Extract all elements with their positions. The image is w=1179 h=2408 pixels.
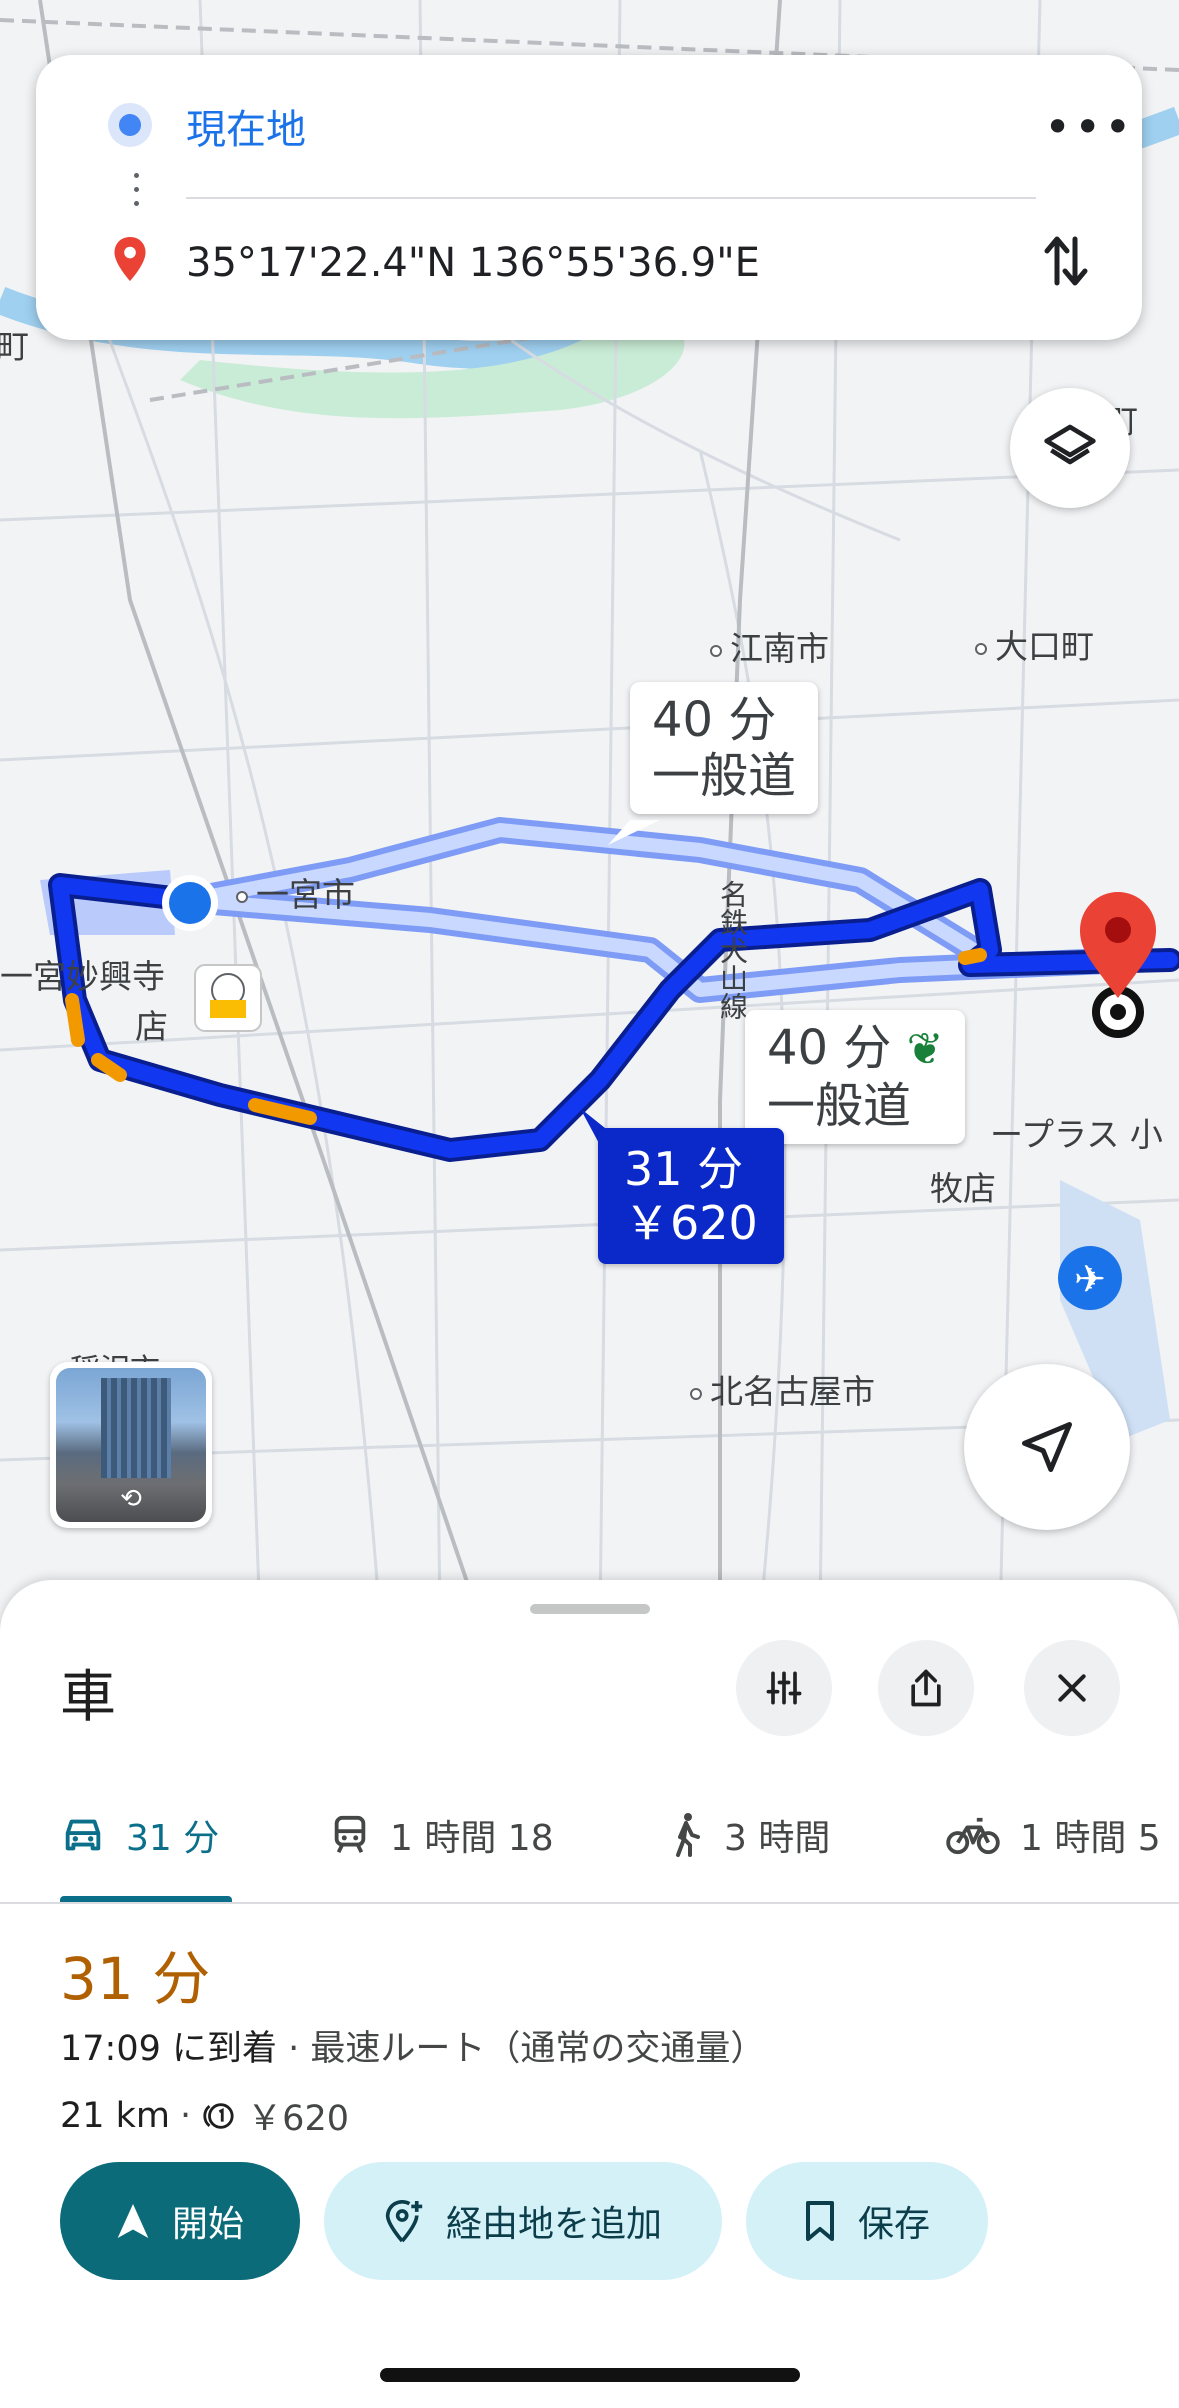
add-waypoint-button[interactable]: 経由地を追加 <box>324 2162 722 2280</box>
save-button[interactable]: 保存 <box>746 2162 988 2280</box>
alt-route-2-time: 40 分 <box>767 1020 892 1076</box>
info-separator: · <box>180 2095 192 2136</box>
alt-route-1-time: 40 分 <box>652 692 777 748</box>
start-label: 開始 <box>171 2204 244 2245</box>
more-options-icon[interactable]: ••• <box>1044 104 1134 150</box>
navigation-arrow-icon <box>1022 1422 1072 1472</box>
map-view[interactable]: ✈ 江南市 大口町 一宮市 一宮妙興寺 店 北名古屋市 ープラス 小 牧店 名鉄… <box>0 0 1179 1620</box>
add-location-icon <box>385 2200 423 2243</box>
tab-transit[interactable]: 1 時間 18 <box>330 1800 554 1870</box>
start-navigation-button[interactable]: 開始 <box>60 2162 300 2280</box>
svg-text:✈: ✈ <box>1074 1257 1106 1301</box>
arrival-time: 17:09 に到着 <box>60 2029 277 2069</box>
route-search-card: 現在地 35°17'22.4"N 136°55'36.9"E ••• <box>36 55 1142 340</box>
destination-pin-icon <box>114 237 146 281</box>
tab-transit-label: 1 時間 18 <box>390 1818 554 1859</box>
selected-route-time: 31 分 <box>624 1142 744 1196</box>
alt-route-bubble-2[interactable]: 40 分 ❦ 一般道 <box>745 1010 966 1144</box>
bicycle-icon <box>946 1817 1000 1855</box>
route-duration: 31 分 <box>60 1945 211 2013</box>
selected-route-bubble[interactable]: 31 分 ￥620 <box>598 1128 784 1264</box>
tab-bike-label: 1 時間 5 <box>1020 1818 1161 1859</box>
distance-info: 21 km · ￥620 <box>60 2090 349 2141</box>
close-button[interactable] <box>1024 1640 1120 1736</box>
rotate-360-icon: ⟲ <box>120 1484 142 1514</box>
toll-icon <box>203 2102 234 2129</box>
airport-icon[interactable]: ✈ <box>1058 1246 1122 1310</box>
my-location-button[interactable] <box>964 1364 1130 1530</box>
railway-label: 名鉄犬山線 <box>716 880 749 1020</box>
place-ichinomiya[interactable]: 一宮市 <box>236 868 355 916</box>
home-indicator[interactable] <box>380 2368 800 2382</box>
swap-icon[interactable] <box>1041 231 1091 291</box>
place-konan[interactable]: 江南市 <box>710 622 829 670</box>
bookmark-icon <box>805 2201 834 2241</box>
place-left-fragment: 笠松町 <box>0 327 29 366</box>
close-icon <box>1058 1674 1086 1702</box>
layers-icon <box>1044 424 1096 465</box>
eco-leaf-icon: ❦ <box>906 1024 944 1075</box>
bookstore-icon[interactable] <box>194 964 262 1032</box>
walking-icon <box>676 1813 700 1857</box>
share-button[interactable] <box>878 1640 974 1736</box>
tab-walk-label: 3 時間 <box>724 1818 831 1859</box>
selected-route-toll: ￥620 <box>624 1196 758 1250</box>
field-divider <box>186 197 1036 199</box>
origin-field[interactable]: 現在地 <box>186 97 306 155</box>
street-view-thumbnail[interactable]: ⟲ <box>50 1362 212 1528</box>
tab-drive[interactable]: 31 分 <box>60 1800 219 1870</box>
alt-route-bubble-1[interactable]: 40 分 一般道 <box>630 682 819 814</box>
place-oguchi[interactable]: 大口町 <box>975 620 1094 668</box>
place-komaki-store[interactable]: ープラス 小 <box>990 1108 1163 1156</box>
tab-bike[interactable]: 1 時間 5 <box>946 1800 1161 1870</box>
place-komaki-store-2: 牧店 <box>930 1169 996 1208</box>
route-dots-icon <box>134 173 139 215</box>
route-toll: ￥620 <box>247 2099 349 2139</box>
arrival-info: 17:09 に到着 · 最速ルート（通常の交通量） <box>60 2020 765 2071</box>
directions-sheet: 車 31 分 1 時間 18 3 時間 1 時間 5 31 分 17:09 に到… <box>0 1580 1179 2408</box>
alt-route-1-type: 一般道 <box>652 748 797 804</box>
train-icon <box>334 1815 366 1854</box>
tab-walk[interactable]: 3 時間 <box>668 1800 830 1870</box>
place-myokoji[interactable]: 一宮妙興寺 <box>0 950 165 998</box>
route-distance: 21 km <box>60 2095 171 2136</box>
alt-route-2-type: 一般道 <box>767 1078 912 1134</box>
sheet-drag-handle[interactable] <box>530 1604 650 1614</box>
save-label: 保存 <box>857 2204 930 2245</box>
place-myokoji-store: 店 <box>135 1007 168 1046</box>
tabs-divider <box>0 1902 1179 1904</box>
route-options-button[interactable] <box>736 1640 832 1736</box>
navigation-icon <box>117 2204 149 2238</box>
origin-dot-icon <box>108 103 152 147</box>
add-waypoint-label: 経由地を追加 <box>445 2204 662 2245</box>
car-icon <box>65 1819 101 1851</box>
share-icon <box>911 1669 941 1707</box>
layers-button[interactable] <box>1010 388 1130 508</box>
destination-field[interactable]: 35°17'22.4"N 136°55'36.9"E <box>186 240 760 286</box>
tune-icon <box>766 1671 802 1705</box>
place-kitanagoya[interactable]: 北名古屋市 <box>690 1365 875 1413</box>
tab-drive-label: 31 分 <box>126 1818 220 1859</box>
travel-mode-title: 車 <box>60 1665 116 1730</box>
route-description: · 最速ルート（通常の交通量） <box>288 2029 766 2069</box>
